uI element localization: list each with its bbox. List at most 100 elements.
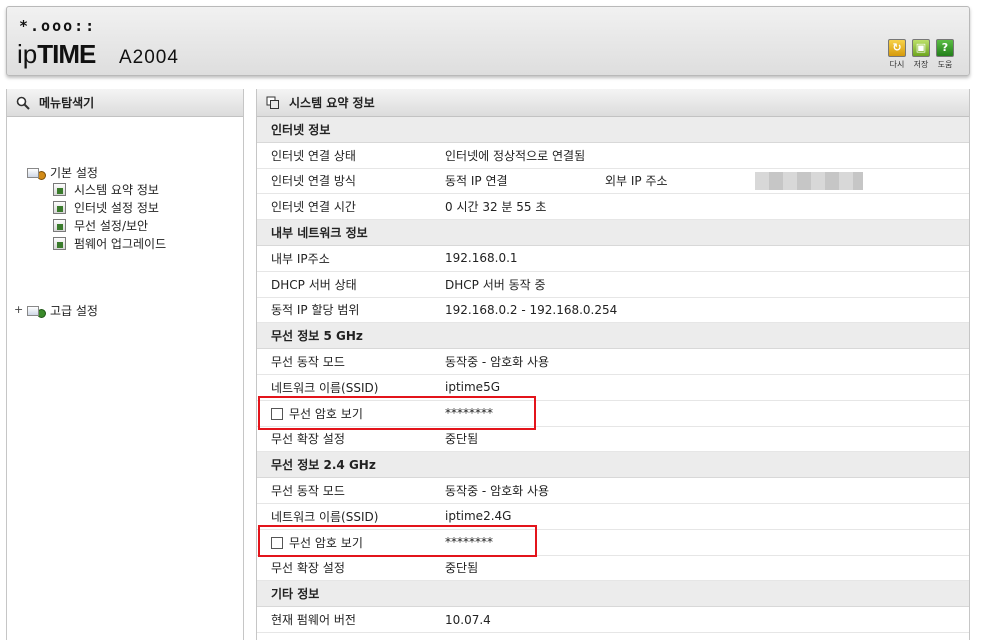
brand-ip-text: ip bbox=[17, 39, 38, 69]
menu-item-firmware-upgrade[interactable]: 펌웨어 업그레이드 bbox=[53, 235, 166, 252]
save-icon: ▣ bbox=[912, 39, 930, 57]
expand-icon[interactable]: + bbox=[14, 303, 23, 316]
wifi24-ssid-label: 네트워크 이름(SSID) bbox=[271, 509, 379, 524]
tree-group-basic-label: 기본 설정 bbox=[50, 166, 98, 180]
wifi24-show-password[interactable]: 무선 암호 보기 bbox=[257, 534, 445, 551]
lan-ip-value: 192.168.0.1 bbox=[445, 251, 518, 266]
dhcp-status-value: DHCP 서버 동작 중 bbox=[445, 277, 546, 292]
section-wifi-24ghz: 무선 정보 2.4 GHz bbox=[257, 452, 969, 479]
wifi5-mode-value: 동작중 - 암호화 사용 bbox=[445, 355, 550, 370]
wifi5-ssid-label: 네트워크 이름(SSID) bbox=[271, 380, 379, 395]
refresh-button[interactable]: ↻ 다시 bbox=[887, 39, 907, 70]
table-row: 현재 펌웨어 버전 10.07.4 bbox=[257, 607, 969, 633]
summary-table: 인터넷 정보 인터넷 연결 상태 인터넷에 정상적으로 연결됨 인터넷 연결 방… bbox=[257, 117, 969, 633]
internet-time-label: 인터넷 연결 시간 bbox=[271, 200, 356, 215]
wifi24-mode-label: 무선 동작 모드 bbox=[271, 484, 345, 499]
dhcp-range-value: 192.168.0.2 - 192.168.0.254 bbox=[445, 302, 618, 317]
system-summary-panel: 시스템 요약 정보 인터넷 정보 인터넷 연결 상태 인터넷에 정상적으로 연결… bbox=[256, 89, 970, 640]
brand-mark: *.ooo:: bbox=[19, 17, 97, 35]
section-wifi-5ghz: 무선 정보 5 GHz bbox=[257, 323, 969, 350]
save-label: 저장 bbox=[913, 60, 929, 69]
wireless-page-icon bbox=[53, 219, 66, 232]
menu-item-label: 무선 설정/보안 bbox=[74, 219, 149, 233]
folder-icon bbox=[27, 305, 39, 316]
monitor-page-icon bbox=[53, 201, 66, 214]
dhcp-status-label: DHCP 서버 상태 bbox=[271, 277, 357, 292]
menu-item-label: 펌웨어 업그레이드 bbox=[74, 237, 167, 251]
table-row: 무선 확장 설정 중단됨 bbox=[257, 427, 969, 453]
wifi24-show-password-checkbox[interactable] bbox=[271, 537, 283, 550]
wifi24-mode-value: 동작중 - 암호화 사용 bbox=[445, 484, 550, 499]
firmware-version-value: 10.07.4 bbox=[445, 612, 491, 627]
help-label: 도움 bbox=[937, 60, 953, 69]
save-button[interactable]: ▣ 저장 bbox=[911, 39, 931, 70]
wifi5-extension-label: 무선 확장 설정 bbox=[271, 432, 345, 447]
wifi24-extension-value: 중단됨 bbox=[445, 561, 479, 576]
system-summary-title: 시스템 요약 정보 bbox=[257, 89, 969, 117]
menu-item-internet-settings[interactable]: 인터넷 설정 정보 bbox=[53, 199, 159, 216]
menu-explorer-panel: 메뉴탐색기 기본 설정 시스템 요약 정보 인터넷 설정 정보 무선 설정/보안… bbox=[6, 89, 244, 640]
section-internet: 인터넷 정보 bbox=[257, 117, 969, 143]
tree-group-advanced-label: 고급 설정 bbox=[50, 304, 98, 318]
help-icon: ? bbox=[936, 39, 954, 57]
wifi24-password-value: ******** bbox=[445, 535, 493, 550]
menu-item-label: 인터넷 설정 정보 bbox=[74, 201, 159, 215]
section-lan: 내부 네트워크 정보 bbox=[257, 220, 969, 246]
chart-page-icon bbox=[53, 183, 66, 196]
internet-time-value: 0 시간 32 분 55 초 bbox=[445, 200, 547, 215]
brand-logo: ipTIME bbox=[17, 39, 96, 70]
model-name: A2004 bbox=[119, 47, 179, 68]
refresh-label: 다시 bbox=[889, 60, 905, 69]
tree-group-advanced[interactable]: 고급 설정 bbox=[27, 302, 98, 319]
windows-icon bbox=[265, 95, 281, 111]
internet-status-value: 인터넷에 정상적으로 연결됨 bbox=[445, 148, 586, 163]
refresh-icon: ↻ bbox=[888, 39, 906, 57]
upgrade-page-icon bbox=[53, 237, 66, 250]
header-bar: *.ooo:: ipTIME A2004 ↻ 다시 ▣ 저장 ? 도움 bbox=[6, 6, 970, 76]
table-row: 네트워크 이름(SSID) iptime5G bbox=[257, 375, 969, 401]
menu-item-label: 시스템 요약 정보 bbox=[74, 183, 159, 197]
section-other: 기타 정보 bbox=[257, 581, 969, 608]
table-row: 무선 동작 모드 동작중 - 암호화 사용 bbox=[257, 349, 969, 375]
table-row: 무선 확장 설정 중단됨 bbox=[257, 556, 969, 582]
menu-explorer-label: 메뉴탐색기 bbox=[39, 96, 95, 110]
magnifier-icon bbox=[15, 95, 31, 111]
table-row: 무선 암호 보기 ******** bbox=[257, 530, 969, 556]
internet-status-label: 인터넷 연결 상태 bbox=[271, 148, 356, 163]
firmware-version-label: 현재 펌웨어 버전 bbox=[271, 613, 356, 628]
menu-explorer-title: 메뉴탐색기 bbox=[7, 89, 243, 117]
wifi5-show-password-label: 무선 암호 보기 bbox=[289, 406, 363, 421]
external-ip-label: 외부 IP 주소 bbox=[605, 174, 668, 189]
table-row: 네트워크 이름(SSID) iptime2.4G bbox=[257, 504, 969, 530]
table-row: 인터넷 연결 상태 인터넷에 정상적으로 연결됨 bbox=[257, 143, 969, 169]
help-button[interactable]: ? 도움 bbox=[935, 39, 955, 70]
table-row: 인터넷 연결 방식 동적 IP 연결 외부 IP 주소 bbox=[257, 169, 969, 195]
system-summary-label: 시스템 요약 정보 bbox=[289, 96, 375, 110]
wifi5-show-password-checkbox[interactable] bbox=[271, 408, 283, 421]
folder-icon bbox=[27, 167, 39, 178]
table-row: 내부 IP주소 192.168.0.1 bbox=[257, 246, 969, 272]
lan-ip-label: 내부 IP주소 bbox=[271, 251, 330, 266]
dhcp-range-label: 동적 IP 할당 범위 bbox=[271, 303, 360, 318]
tree-group-basic[interactable]: 기본 설정 bbox=[27, 164, 98, 181]
external-ip-value-blurred bbox=[755, 171, 863, 190]
table-row: DHCP 서버 상태 DHCP 서버 동작 중 bbox=[257, 272, 969, 298]
wifi5-extension-value: 중단됨 bbox=[445, 432, 479, 447]
wifi24-show-password-label: 무선 암호 보기 bbox=[289, 535, 363, 550]
table-row: 무선 동작 모드 동작중 - 암호화 사용 bbox=[257, 478, 969, 504]
internet-method-value: 동적 IP 연결 bbox=[445, 174, 508, 189]
brand-time-text: TIME bbox=[37, 39, 96, 69]
table-row: 인터넷 연결 시간 0 시간 32 분 55 초 bbox=[257, 194, 969, 221]
table-row: 무선 암호 보기 ******** bbox=[257, 401, 969, 427]
wifi5-password-value: ******** bbox=[445, 406, 493, 421]
menu-item-system-summary[interactable]: 시스템 요약 정보 bbox=[53, 181, 159, 198]
menu-item-wireless-security[interactable]: 무선 설정/보안 bbox=[53, 217, 148, 234]
internet-method-label: 인터넷 연결 방식 bbox=[271, 174, 356, 189]
wifi5-show-password[interactable]: 무선 암호 보기 bbox=[257, 405, 445, 422]
wifi24-extension-label: 무선 확장 설정 bbox=[271, 561, 345, 576]
wifi5-mode-label: 무선 동작 모드 bbox=[271, 355, 345, 370]
toolbar: ↻ 다시 ▣ 저장 ? 도움 bbox=[887, 39, 955, 70]
wifi5-ssid-value: iptime5G bbox=[445, 380, 500, 395]
table-row: 동적 IP 할당 범위 192.168.0.2 - 192.168.0.254 bbox=[257, 298, 969, 324]
wifi24-ssid-value: iptime2.4G bbox=[445, 509, 512, 524]
